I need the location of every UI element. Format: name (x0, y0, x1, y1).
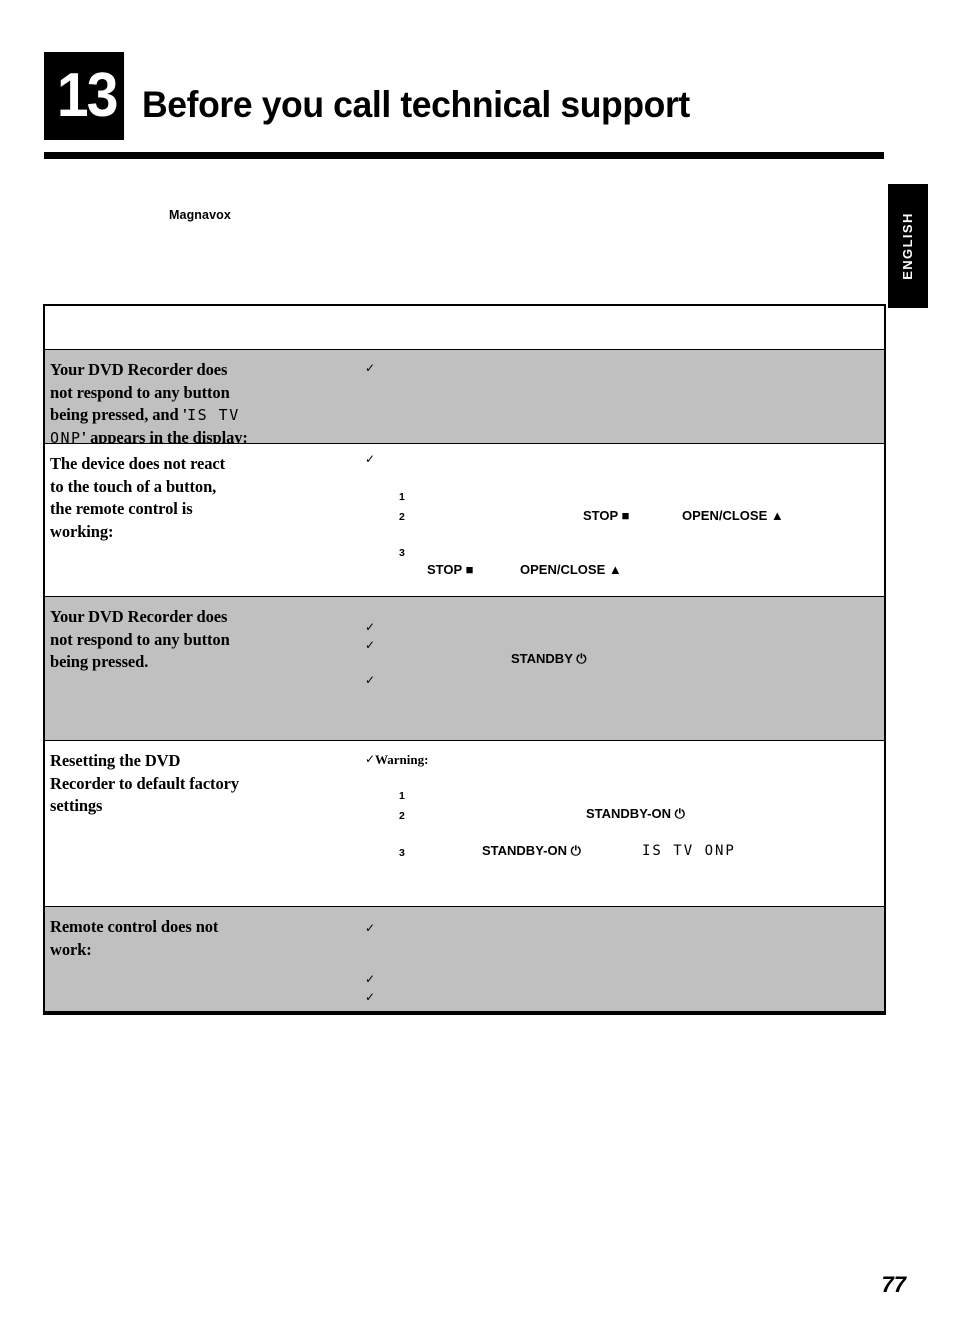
symptom-text: Remote control does not work: (50, 916, 307, 961)
symptom-line-4: working: (50, 521, 114, 541)
symptom-text: Your DVD Recorder does not respond to an… (50, 359, 307, 449)
open-close-button-reference: OPEN/CLOSE ▲ (682, 509, 784, 523)
symptom-cell: Resetting the DVD Recorder to default fa… (45, 741, 317, 906)
step-number: 2 (399, 810, 405, 822)
fix-cell: ✓ 1 2 3 STOP ■ OPEN/CLOSE ▲ STOP ■ OPEN/… (317, 444, 884, 596)
check-icon: ✓ (365, 972, 376, 986)
display-code-part-1: IS TV (187, 406, 240, 424)
fix-cell: ✓ Warning: 1 2 3 STANDBY-ON ⏻ STANDBY-ON… (317, 741, 884, 906)
check-icon: ✓ (365, 620, 376, 634)
symptom-line-2: work: (50, 939, 92, 959)
symptom-text: The device does not react to the touch o… (50, 453, 307, 543)
open-close-button-reference: OPEN/CLOSE ▲ (520, 563, 622, 577)
check-icon: ✓ (365, 921, 376, 935)
symptom-line-3: the remote control is (50, 499, 193, 518)
step-number: 3 (399, 847, 405, 859)
power-icon: ⏻ (576, 651, 587, 666)
step-number: 1 (399, 491, 405, 503)
stop-button-reference: STOP ■ (427, 563, 473, 577)
symptom-cell: Your DVD Recorder does not respond to an… (45, 597, 317, 740)
standby-on-button-reference: STANDBY-ON ⏻ (586, 807, 685, 821)
button-label: OPEN/CLOSE (682, 508, 768, 523)
check-icon: ✓ (365, 673, 376, 687)
symptom-line-3: settings (50, 796, 103, 815)
symptom-line-1: Your DVD Recorder does (50, 607, 228, 626)
brand-name: Magnavox (169, 208, 231, 222)
eject-triangle-icon: ▲ (608, 562, 622, 577)
button-label: STANDBY-ON (482, 843, 567, 858)
step-number: 3 (399, 547, 405, 559)
symptom-line-1: The device does not react (50, 454, 225, 473)
check-icon: ✓ (365, 638, 376, 652)
table-header-row (45, 306, 884, 350)
button-label: STOP (427, 562, 462, 577)
warning-label: Warning: (375, 752, 429, 767)
fix-cell: ✓ (317, 350, 884, 443)
eject-triangle-icon: ▲ (770, 508, 784, 523)
language-side-tab-label: ENGLISH (900, 212, 915, 280)
standby-button-reference: STANDBY ⏻ (511, 652, 587, 666)
chapter-number-badge: 13 (44, 52, 125, 140)
standby-on-button-reference: STANDBY-ON ⏻ (482, 844, 581, 858)
button-label: STANDBY-ON (586, 806, 671, 821)
symptom-cell: The device does not react to the touch o… (45, 444, 317, 596)
symptom-line-2: to the touch of a button, (50, 476, 217, 496)
page-number: 77 (881, 1272, 906, 1297)
stop-square-icon: ■ (621, 508, 630, 523)
symptom-line-1: Your DVD Recorder does (50, 360, 228, 379)
fix-cell: ✓ ✓ ✓ STANDBY ⏻ (317, 597, 884, 740)
step-number: 1 (399, 790, 405, 802)
table-row: Resetting the DVD Recorder to default fa… (45, 741, 884, 907)
display-code: IS TV ONP (642, 843, 736, 859)
button-label: STOP (583, 508, 618, 523)
troubleshooting-table: Your DVD Recorder does not respond to an… (43, 304, 886, 1015)
symptom-line-2: not respond to any button (50, 629, 230, 649)
table-row: Your DVD Recorder does not respond to an… (45, 597, 884, 741)
symptom-line-1: Remote control does not (50, 917, 219, 936)
check-icon: ✓ (365, 990, 376, 1004)
stop-button-reference: STOP ■ (583, 509, 629, 523)
symptom-text: Your DVD Recorder does not respond to an… (50, 606, 307, 674)
symptom-line-3: being pressed. (50, 652, 149, 671)
symptom-text: Resetting the DVD Recorder to default fa… (50, 750, 307, 818)
chapter-header: 13 Before you call technical support (44, 52, 884, 162)
symptom-cell: Your DVD Recorder does not respond to an… (45, 350, 317, 447)
symptom-line-2: Recorder to default factory (50, 773, 239, 793)
check-icon: ✓ (365, 452, 376, 466)
step-number: 2 (399, 511, 405, 523)
power-icon: ⏻ (674, 806, 685, 821)
table-row: Your DVD Recorder does not respond to an… (45, 350, 884, 447)
check-icon: ✓ (365, 361, 376, 375)
header-divider (44, 152, 884, 159)
button-label: STANDBY (511, 651, 573, 666)
check-icon: ✓ (365, 752, 376, 766)
fix-cell: ✓ ✓ ✓ (317, 907, 884, 1011)
symptom-cell: Remote control does not work: (45, 907, 317, 1011)
power-icon: ⏻ (570, 843, 581, 858)
stop-square-icon: ■ (465, 562, 474, 577)
symptom-line-1: Resetting the DVD (50, 751, 181, 770)
page-title: Before you call technical support (142, 84, 690, 125)
table-header-fix-cell (317, 306, 884, 349)
table-header-symptom-cell (45, 306, 317, 349)
table-row: Remote control does not work: ✓ ✓ ✓ (45, 907, 884, 1011)
language-side-tab: ENGLISH (888, 184, 928, 308)
table-row: The device does not react to the touch o… (45, 444, 884, 597)
button-label: OPEN/CLOSE (520, 562, 606, 577)
symptom-line-3: being pressed, and ' (50, 405, 188, 424)
symptom-line-2: not respond to any button (50, 382, 230, 402)
